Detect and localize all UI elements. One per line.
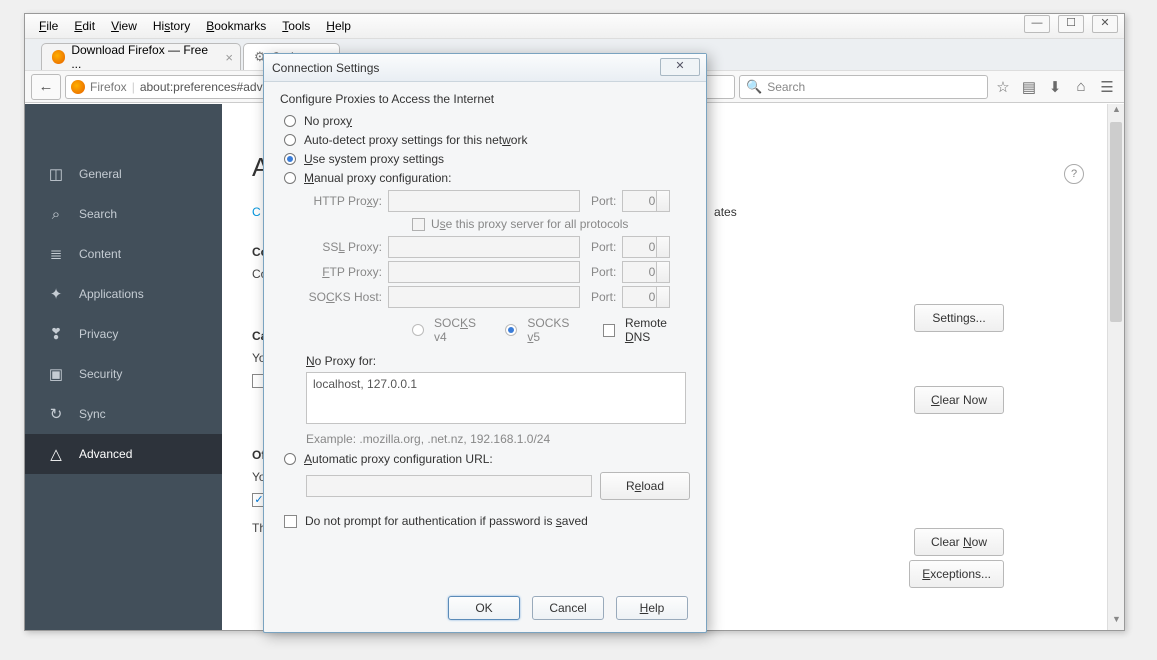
ftp-proxy-label: FTP Proxy:	[306, 265, 382, 279]
search-icon: ⌕	[47, 206, 65, 223]
tab-download-firefox[interactable]: Download Firefox — Free ... ×	[41, 43, 241, 70]
menu-help[interactable]: Help	[318, 16, 359, 36]
radio-socks-v5[interactable]	[505, 324, 517, 336]
dialog-heading: Configure Proxies to Access the Internet	[280, 92, 690, 106]
help-icon[interactable]: ?	[1064, 164, 1084, 184]
radio-no-proxy[interactable]: No proxy	[284, 114, 690, 128]
sidebar-item-search[interactable]: ⌕Search	[25, 194, 222, 234]
bookmark-star-icon[interactable]: ☆	[992, 78, 1014, 96]
ssl-port-input[interactable]: 0	[622, 236, 670, 258]
firefox-icon	[52, 50, 65, 64]
dialog-close-button[interactable]: ✕	[660, 58, 700, 76]
scroll-down-icon[interactable]: ▼	[1108, 614, 1124, 630]
search-bar[interactable]: 🔍 Search	[739, 75, 988, 99]
radio-icon	[284, 153, 296, 165]
socks-host-input[interactable]	[388, 286, 580, 308]
connection-settings-dialog: Connection Settings ✕ Configure Proxies …	[263, 53, 707, 633]
sync-icon: ↻	[47, 405, 65, 423]
sidebar-item-privacy[interactable]: ❣Privacy	[25, 314, 222, 354]
checkbox-icon	[412, 218, 425, 231]
auto-config-url-input[interactable]	[306, 475, 592, 497]
search-icon: 🔍	[746, 79, 762, 95]
applications-icon: ✦	[47, 285, 65, 303]
radio-icon	[284, 453, 296, 465]
cancel-button[interactable]: Cancel	[532, 596, 604, 620]
radio-manual-proxy[interactable]: Manual proxy configuration:	[284, 171, 690, 185]
menu-tools[interactable]: Tools	[274, 16, 318, 36]
menu-history[interactable]: History	[145, 16, 198, 36]
sidebar-item-general[interactable]: ◫General	[25, 154, 222, 194]
no-proxy-for-textarea[interactable]: localhost, 127.0.0.1	[306, 372, 686, 424]
clear-now-button[interactable]: Clear Now	[914, 386, 1004, 414]
port-label: Port:	[591, 194, 616, 208]
content-icon: ≣	[47, 245, 65, 263]
no-prompt-auth-row[interactable]: Do not prompt for authentication if pass…	[284, 514, 690, 528]
radio-auto-config-url[interactable]: Automatic proxy configuration URL:	[284, 452, 690, 466]
menu-edit[interactable]: Edit	[66, 16, 103, 36]
scroll-up-icon[interactable]: ▲	[1108, 104, 1124, 120]
http-proxy-label: HTTP Proxy:	[306, 194, 382, 208]
dialog-title: Connection Settings	[264, 54, 706, 82]
tab-label: Download Firefox — Free ...	[71, 43, 214, 71]
tab-close-icon[interactable]: ×	[225, 50, 233, 65]
clear-now-button-2[interactable]: Clear Now	[914, 528, 1004, 556]
firefox-icon	[71, 80, 85, 94]
radio-auto-detect[interactable]: Auto-detect proxy settings for this netw…	[284, 133, 690, 147]
window-minimize-button[interactable]: —	[1024, 15, 1050, 33]
subtab-partial-left[interactable]: C	[252, 205, 261, 219]
sidebar-item-security[interactable]: ▣Security	[25, 354, 222, 394]
scroll-thumb[interactable]	[1110, 122, 1122, 322]
radio-system-proxy[interactable]: Use system proxy settings	[284, 152, 690, 166]
use-all-protocols-row[interactable]: Use this proxy server for all protocols	[412, 217, 690, 231]
window-close-button[interactable]: ✕	[1092, 15, 1118, 33]
radio-socks-v4[interactable]	[412, 324, 424, 336]
window-maximize-button[interactable]: ☐	[1058, 15, 1084, 33]
preferences-sidebar: ◫General ⌕Search ≣Content ✦Applications …	[25, 104, 222, 630]
socks-host-label: SOCKS Host:	[306, 290, 382, 304]
subtab-partial-right[interactable]: ates	[714, 205, 737, 219]
ssl-proxy-input[interactable]	[388, 236, 580, 258]
radio-icon	[284, 134, 296, 146]
url-brand: Firefox	[90, 80, 127, 94]
remote-dns-checkbox[interactable]	[603, 324, 615, 337]
home-icon[interactable]: ⌂	[1070, 78, 1092, 95]
radio-icon	[284, 115, 296, 127]
menu-file[interactable]: File	[31, 16, 66, 36]
menu-view[interactable]: View	[103, 16, 145, 36]
ftp-port-input[interactable]: 0	[622, 261, 670, 283]
general-icon: ◫	[47, 165, 65, 183]
menu-bar: File Edit View History Bookmarks Tools H…	[25, 14, 1124, 39]
advanced-icon: △	[47, 445, 65, 463]
ok-button[interactable]: OK	[448, 596, 520, 620]
sidebar-item-advanced[interactable]: △Advanced	[25, 434, 222, 474]
ftp-proxy-input[interactable]	[388, 261, 580, 283]
help-button[interactable]: Help	[616, 596, 688, 620]
hamburger-menu-icon[interactable]: ☰	[1096, 78, 1118, 96]
port-label: Port:	[591, 265, 616, 279]
library-icon[interactable]: ▤	[1018, 78, 1040, 96]
port-label: Port:	[591, 290, 616, 304]
search-placeholder: Search	[767, 80, 805, 94]
socks-port-input[interactable]: 0	[622, 286, 670, 308]
radio-icon	[284, 172, 296, 184]
settings-button[interactable]: Settings...	[914, 304, 1004, 332]
ssl-proxy-label: SSL Proxy:	[306, 240, 382, 254]
http-port-input[interactable]: 0	[622, 190, 670, 212]
sidebar-item-applications[interactable]: ✦Applications	[25, 274, 222, 314]
downloads-icon[interactable]: ⬇	[1044, 78, 1066, 96]
back-button[interactable]: ←	[31, 74, 61, 100]
example-text: Example: .mozilla.org, .net.nz, 192.168.…	[306, 432, 690, 446]
sidebar-item-sync[interactable]: ↻Sync	[25, 394, 222, 434]
exceptions-button[interactable]: Exceptions...	[909, 560, 1004, 588]
http-proxy-input[interactable]	[388, 190, 580, 212]
security-icon: ▣	[47, 365, 65, 383]
sidebar-item-content[interactable]: ≣Content	[25, 234, 222, 274]
reload-button[interactable]: Reload	[600, 472, 690, 500]
privacy-icon: ❣	[47, 325, 65, 343]
vertical-scrollbar[interactable]: ▲ ▼	[1107, 104, 1124, 630]
checkbox-icon	[284, 515, 297, 528]
no-proxy-for-label: No Proxy for:	[306, 354, 690, 368]
port-label: Port:	[591, 240, 616, 254]
menu-bookmarks[interactable]: Bookmarks	[198, 16, 274, 36]
